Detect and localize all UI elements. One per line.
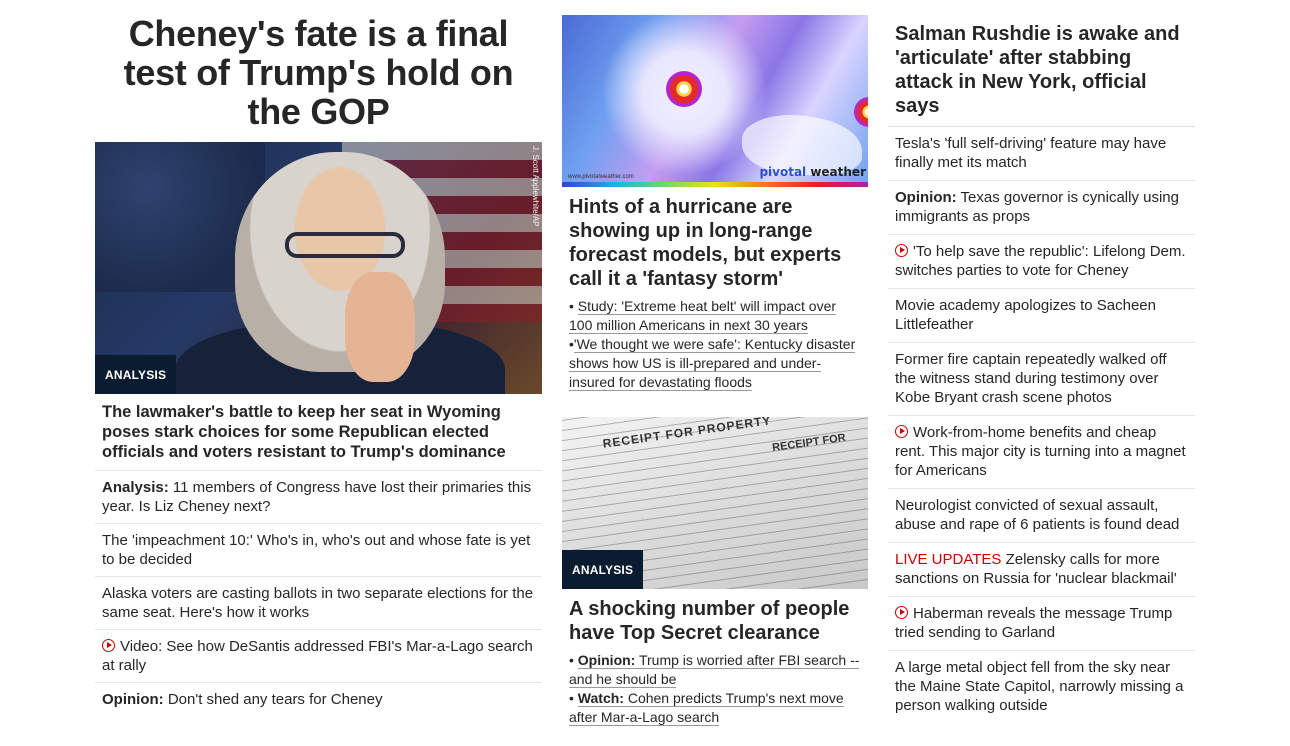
item-text: Former fire captain repeatedly walked of… [895,351,1167,406]
play-icon [895,606,908,619]
lead-related-list: Analysis: 11 members of Congress have lo… [95,471,542,716]
item-text: Video: See how DeSantis addressed FBI's … [102,638,533,674]
bullet-marker: • [569,298,578,314]
bullet-marker: • [569,652,578,668]
related-link-text[interactable]: Watch: Cohen predicts Trump's next move … [569,690,844,726]
hero-figure-glasses [285,232,405,258]
analysis-badge: ANALYSIS [95,355,177,394]
list-item[interactable]: Alaska voters are casting ballots in two… [95,577,542,630]
rushdie-headline[interactable]: Salman Rushdie is awake and 'articulate'… [888,0,1195,127]
receipt-document-image[interactable]: RECEIPT FOR PROPERTY RECEIPT FOR ANALYSI… [562,417,868,589]
item-text: Tesla's 'full self-driving' feature may … [895,135,1167,171]
live-updates-label: LIVE UPDATES [895,551,1002,568]
logo-part-b: weather [806,165,866,179]
item-prefix: Opinion: [577,652,636,668]
list-item[interactable]: Movie academy apologizes to Sacheen Litt… [888,289,1195,343]
play-icon [895,425,908,438]
related-link[interactable]: • Study: 'Extreme heat belt' will impact… [569,297,861,335]
lead-headline-link[interactable]: Cheney's fate is a final test of Trump's… [124,13,514,132]
analysis-badge: ANALYSIS [562,550,644,589]
hurricane-related-list: • Study: 'Extreme heat belt' will impact… [562,297,868,392]
list-item[interactable]: Analysis: 11 members of Congress have lo… [95,471,542,524]
item-text: Work-from-home benefits and cheap rent. … [895,424,1186,479]
list-item[interactable]: Work-from-home benefits and cheap rent. … [888,416,1195,489]
item-text: Movie academy apologizes to Sacheen Litt… [895,297,1156,333]
map-color-scale [562,182,868,187]
lead-story-image[interactable]: J. Scott Applewhite/AP ANALYSIS [95,142,542,394]
item-text: Alaska voters are casting ballots in two… [102,585,534,621]
related-link-text[interactable]: 'We thought we were safe': Kentucky disa… [569,336,856,391]
list-item[interactable]: The 'impeachment 10:' Who's in, who's ou… [95,524,542,577]
play-icon [102,639,115,652]
item-text: The 'impeachment 10:' Who's in, who's ou… [102,532,531,568]
related-link-text[interactable]: Study: 'Extreme heat belt' will impact o… [569,298,837,334]
list-item[interactable]: Tesla's 'full self-driving' feature may … [888,127,1195,181]
item-text: Neurologist convicted of sexual assault,… [895,497,1180,533]
list-item[interactable]: LIVE UPDATES Zelensky calls for more san… [888,543,1195,597]
map-storm-marker [666,71,702,107]
list-item[interactable]: 'To help save the republic': Lifelong De… [888,235,1195,289]
item-prefix: Opinion: [102,691,164,708]
list-item[interactable]: Neurologist convicted of sexual assault,… [888,489,1195,543]
item-text: Haberman reveals the message Trump tried… [895,605,1173,641]
item-prefix: Opinion: [895,189,957,206]
clearance-related-list: • Opinion: Trump is worried after FBI se… [562,651,868,727]
clearance-headline[interactable]: A shocking number of people have Top Sec… [562,589,868,651]
clearance-headline-link[interactable]: A shocking number of people have Top Sec… [569,598,849,644]
hero-figure-hand [345,272,415,382]
list-item[interactable]: Video: See how DeSantis addressed FBI's … [95,630,542,683]
list-item[interactable]: Opinion: Don't shed any tears for Cheney [95,683,542,716]
headlines-list: Tesla's 'full self-driving' feature may … [888,127,1195,723]
list-item[interactable]: Opinion: Texas governor is cynically usi… [888,181,1195,235]
photo-credit: J. Scott Applewhite/AP [531,146,540,227]
map-url-text: www.pivotalweather.com [568,174,634,180]
item-text: Don't shed any tears for Cheney [163,691,383,708]
play-icon [895,244,908,257]
item-text: 'To help save the republic': Lifelong De… [895,243,1186,279]
logo-part-a: pivotal [759,165,807,179]
lead-headline[interactable]: Cheney's fate is a final test of Trump's… [95,14,542,131]
rushdie-headline-link[interactable]: Salman Rushdie is awake and 'articulate'… [895,23,1180,117]
item-text: A large metal object fell from the sky n… [895,659,1184,714]
middle-column: www.pivotalweather.com pivotal weather H… [562,0,868,727]
related-link-text[interactable]: Opinion: Trump is worried after FBI sear… [569,652,860,688]
map-storm-marker [854,97,868,127]
list-item[interactable]: Haberman reveals the message Trump tried… [888,597,1195,651]
list-item[interactable]: A large metal object fell from the sky n… [888,651,1195,723]
item-prefix: Analysis: [102,479,169,496]
lead-subheadline[interactable]: The lawmaker's battle to keep her seat i… [95,394,542,471]
hurricane-map-image[interactable]: www.pivotalweather.com pivotal weather [562,15,868,187]
right-column: Salman Rushdie is awake and 'articulate'… [888,0,1195,723]
related-link[interactable]: • Opinion: Trump is worried after FBI se… [569,651,861,689]
bullet-marker: • [569,690,578,706]
related-link[interactable]: •'We thought we were safe': Kentucky dis… [569,335,861,392]
pivotal-weather-logo: pivotal weather [759,165,866,179]
lead-story-column: Cheney's fate is a final test of Trump's… [95,0,542,716]
list-item[interactable]: Former fire captain repeatedly walked of… [888,343,1195,416]
related-link[interactable]: • Watch: Cohen predicts Trump's next mov… [569,689,861,727]
hurricane-headline[interactable]: Hints of a hurricane are showing up in l… [562,187,868,297]
hurricane-headline-link[interactable]: Hints of a hurricane are showing up in l… [569,196,841,290]
item-prefix: Watch: [577,690,624,706]
lead-subheadline-link[interactable]: The lawmaker's battle to keep her seat i… [102,403,506,461]
